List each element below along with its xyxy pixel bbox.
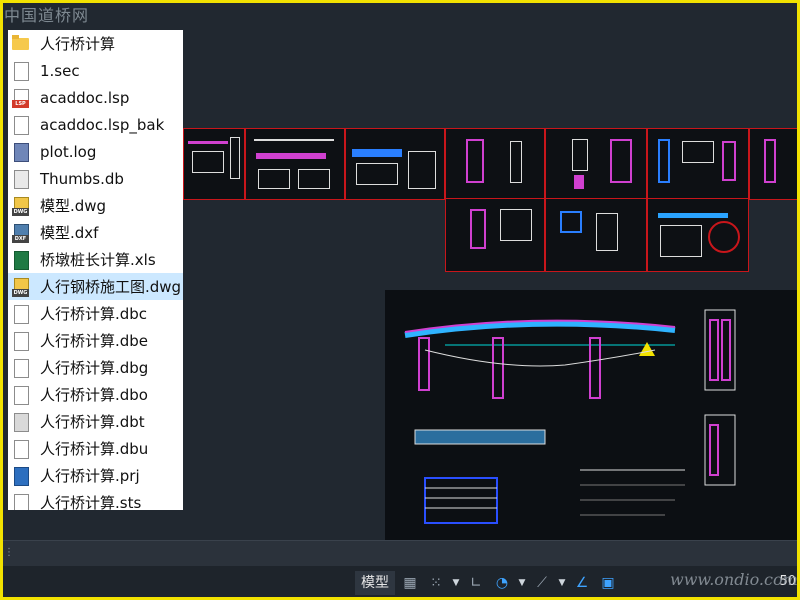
bridge-elevation-drawing	[385, 290, 800, 540]
blank-file-icon	[12, 331, 30, 351]
polar-tracking-icon[interactable]: ◔	[491, 572, 513, 594]
log-file-icon	[12, 142, 30, 162]
ortho-icon[interactable]: ∟	[465, 572, 487, 594]
file-name: 人行桥计算.dbu	[40, 440, 149, 458]
dbt-file-icon	[12, 412, 30, 432]
drawing-sheet[interactable]	[245, 128, 345, 200]
file-name: acaddoc.lsp	[40, 88, 130, 107]
file-name: Thumbs.db	[40, 169, 124, 188]
file-name: plot.log	[40, 142, 97, 161]
file-list-item[interactable]: 人行桥计算	[8, 30, 183, 57]
isodraft-icon[interactable]: ⟋	[531, 572, 553, 594]
file-name: acaddoc.lsp_bak	[40, 115, 165, 134]
blank-file-icon	[12, 493, 30, 510]
file-list-item[interactable]: 人行桥计算.dbe	[8, 327, 183, 354]
model-tab[interactable]: 模型	[355, 571, 395, 595]
drawing-sheet[interactable]	[749, 128, 800, 200]
file-list-item[interactable]: DWG 模型.dwg	[8, 192, 183, 219]
drawing-sheet[interactable]	[445, 198, 545, 272]
drawing-sheet[interactable]	[545, 198, 647, 272]
blank-file-icon	[12, 385, 30, 405]
file-name: 1.sec	[40, 61, 80, 80]
blank-file-icon	[12, 115, 30, 135]
folder-icon	[12, 34, 30, 54]
file-list-item[interactable]: DXF 模型.dxf	[8, 219, 183, 246]
blank-file-icon	[12, 358, 30, 378]
lsp-file-icon: LSP	[12, 88, 30, 108]
blank-file-icon	[12, 61, 30, 81]
dxf-file-icon: DXF	[12, 223, 30, 243]
prj-file-icon	[12, 466, 30, 486]
file-name: 桥墩桩长计算.xls	[40, 251, 156, 269]
file-list-item[interactable]: DWG 人行钢桥施工图.dwg	[8, 273, 183, 300]
excel-file-icon	[12, 250, 30, 270]
file-name: 人行桥计算.dbe	[40, 332, 149, 350]
thumbs-db-icon	[12, 169, 30, 189]
file-name: 人行桥计算.dbo	[40, 386, 148, 404]
drawing-sheet[interactable]	[445, 128, 545, 200]
file-list[interactable]: 人行桥计算 1.sec LSP acaddoc.lsp acaddoc.lsp_bakp…	[8, 30, 183, 510]
file-name: 人行桥计算.dbc	[40, 305, 148, 323]
file-name: 人行钢桥施工图.dwg	[40, 278, 182, 296]
isodraft-dropdown-icon[interactable]: ▼	[557, 578, 567, 588]
file-name: 模型.dxf	[40, 224, 99, 242]
command-line[interactable]: ⋮	[0, 540, 800, 567]
object-snap-tracking-icon[interactable]: ∠	[571, 572, 593, 594]
file-list-item[interactable]: 人行桥计算.dbc	[8, 300, 183, 327]
command-line-grip-icon[interactable]: ⋮	[4, 547, 14, 558]
file-name: 模型.dwg	[40, 197, 107, 215]
file-list-item[interactable]: 人行桥计算.dbu	[8, 435, 183, 462]
snap-dropdown-icon[interactable]: ▼	[451, 578, 461, 588]
file-name: 人行桥计算.dbt	[40, 413, 145, 431]
object-snap-icon[interactable]: ▣	[597, 572, 619, 594]
polar-dropdown-icon[interactable]: ▼	[517, 578, 527, 588]
file-list-item[interactable]: LSP acaddoc.lsp	[8, 84, 183, 111]
grid-icon[interactable]: ▦	[399, 572, 421, 594]
snap-icon[interactable]: ⁙	[425, 572, 447, 594]
file-list-item[interactable]: plot.log	[8, 138, 183, 165]
dwg-file-icon: DWG	[12, 196, 30, 216]
drawing-sheet[interactable]	[647, 198, 749, 272]
file-name: 人行桥计算	[40, 35, 116, 53]
drawing-sheet[interactable]	[647, 128, 749, 200]
file-name: 人行桥计算.dbg	[40, 359, 149, 377]
drawing-sheet[interactable]	[345, 128, 445, 200]
file-list-item[interactable]: 桥墩桩长计算.xls	[8, 246, 183, 273]
watermark-top: 中国道桥网	[4, 6, 90, 25]
dwg-file-icon: DWG	[12, 277, 30, 297]
file-name: 人行桥计算.sts	[40, 494, 142, 510]
file-list-item[interactable]: 人行桥计算.dbt	[8, 408, 183, 435]
blank-file-icon	[12, 439, 30, 459]
drawing-sheet[interactable]	[545, 128, 647, 200]
file-list-item[interactable]: Thumbs.db	[8, 165, 183, 192]
file-list-item[interactable]: 人行桥计算.prj	[8, 462, 183, 489]
file-name: 人行桥计算.prj	[40, 467, 140, 485]
blank-file-icon	[12, 304, 30, 324]
file-list-item[interactable]: 1.sec	[8, 57, 183, 84]
file-list-item[interactable]: 人行桥计算.sts	[8, 489, 183, 510]
file-list-item[interactable]: acaddoc.lsp_bak	[8, 111, 183, 138]
drawing-sheet[interactable]	[183, 128, 245, 200]
file-list-item[interactable]: 人行桥计算.dbo	[8, 381, 183, 408]
file-list-item[interactable]: 人行桥计算.dbg	[8, 354, 183, 381]
watermark-bottom-right: www.ondio.com	[670, 570, 798, 589]
